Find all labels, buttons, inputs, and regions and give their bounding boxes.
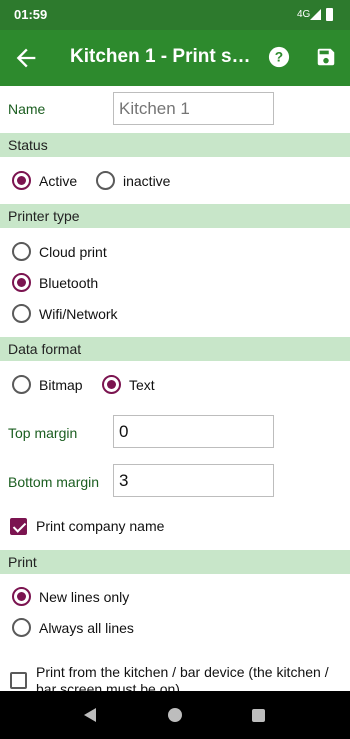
- radio-label: Active: [39, 172, 78, 189]
- status-section-header: Status: [0, 133, 350, 157]
- save-icon[interactable]: [315, 46, 337, 68]
- nav-home-icon[interactable]: [168, 708, 182, 722]
- data-format-section-header: Data format: [0, 337, 350, 361]
- radio-circle: [12, 273, 31, 292]
- print-all-lines-radio[interactable]: Always all lines: [12, 618, 134, 637]
- radio-circle: [12, 618, 31, 637]
- format-bitmap-radio[interactable]: Bitmap: [12, 375, 83, 394]
- bottom-margin-label: Bottom margin: [8, 474, 100, 490]
- radio-label: Cloud print: [39, 243, 107, 260]
- print-new-lines-radio[interactable]: New lines only: [12, 587, 129, 606]
- printer-cloud-radio[interactable]: Cloud print: [12, 242, 107, 261]
- name-input[interactable]: [113, 92, 274, 125]
- page-title: Kitchen 1 - Print settings: [70, 46, 252, 67]
- network-type: 4G: [297, 9, 311, 20]
- status-active-radio[interactable]: Active: [12, 171, 77, 190]
- name-label: Name: [8, 101, 46, 117]
- top-margin-label: Top margin: [8, 425, 78, 441]
- bottom-margin-input[interactable]: [113, 464, 274, 497]
- radio-label: Wifi/Network: [39, 305, 118, 322]
- signal-icon: [310, 9, 321, 20]
- app-bar: Kitchen 1 - Print settings ?: [0, 30, 350, 86]
- radio-label: Bluetooth: [39, 274, 99, 291]
- status-time: 01:59: [14, 7, 48, 22]
- radio-circle: [12, 375, 31, 394]
- radio-label: Bitmap: [39, 376, 83, 393]
- nav-back-icon[interactable]: [84, 708, 96, 722]
- top-margin-input[interactable]: [113, 415, 274, 448]
- svg-text:?: ?: [275, 50, 283, 65]
- system-nav-bar: [0, 691, 350, 739]
- checkbox-box: [10, 518, 27, 535]
- status-inactive-radio[interactable]: inactive: [96, 171, 170, 190]
- radio-label: Text: [129, 376, 155, 393]
- radio-circle: [12, 171, 31, 190]
- radio-circle: [12, 242, 31, 261]
- format-text-radio[interactable]: Text: [102, 375, 155, 394]
- print-section-header: Print: [0, 550, 350, 574]
- printer-wifi-radio[interactable]: Wifi/Network: [12, 304, 118, 323]
- print-company-name-checkbox[interactable]: Print company name: [10, 518, 164, 535]
- radio-label: Always all lines: [39, 619, 134, 636]
- arrow-back-icon[interactable]: [12, 44, 40, 72]
- battery-icon: [326, 8, 333, 21]
- status-bar: 01:59 4G: [0, 0, 350, 30]
- help-icon[interactable]: ?: [268, 46, 290, 68]
- nav-recents-icon[interactable]: [252, 709, 265, 722]
- radio-label: inactive: [123, 172, 171, 189]
- printer-type-section-header: Printer type: [0, 204, 350, 228]
- checkbox-label: Print company name: [36, 518, 165, 534]
- checkbox-box: [10, 672, 27, 689]
- printer-bluetooth-radio[interactable]: Bluetooth: [12, 273, 98, 292]
- radio-label: New lines only: [39, 588, 130, 605]
- radio-circle: [12, 587, 31, 606]
- radio-circle: [12, 304, 31, 323]
- radio-circle: [96, 171, 115, 190]
- radio-circle: [102, 375, 121, 394]
